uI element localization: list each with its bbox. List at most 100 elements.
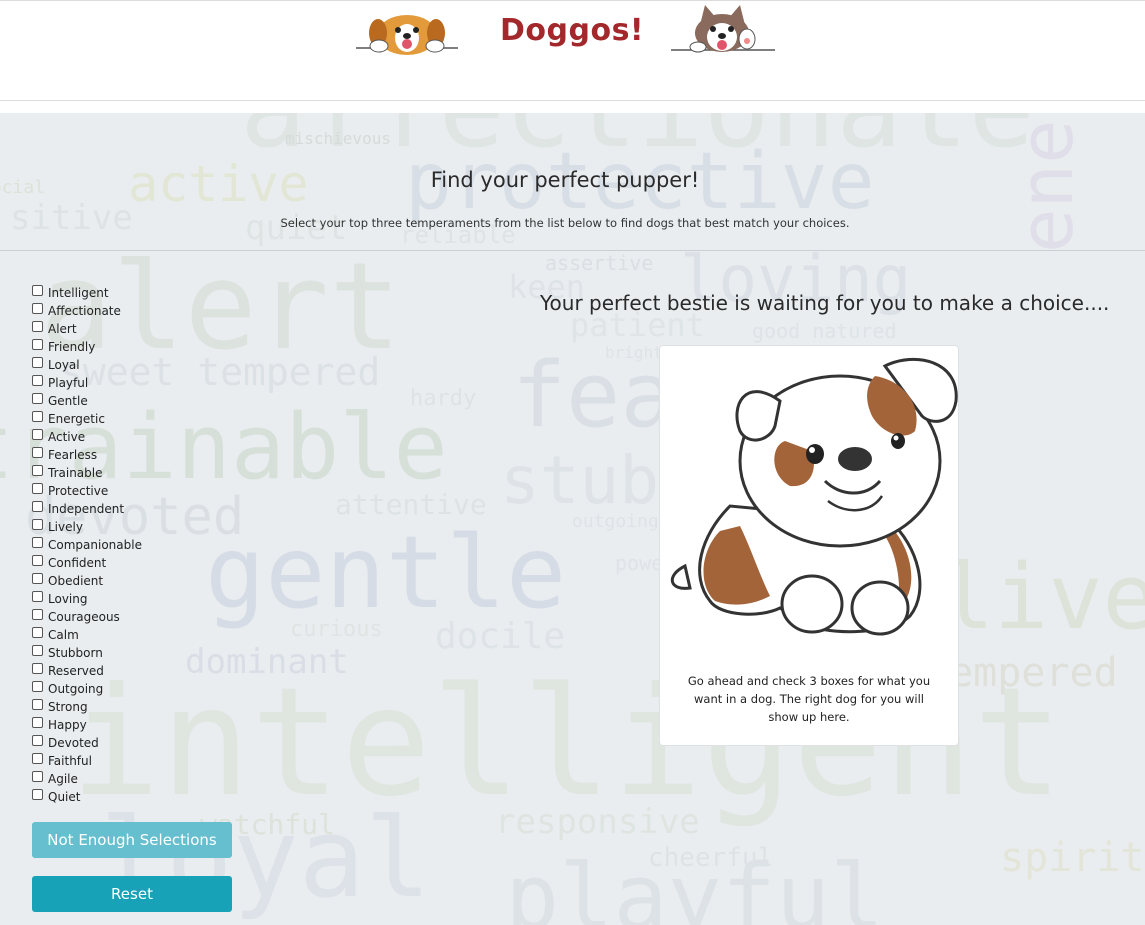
temperament-option[interactable]: Courageous <box>32 608 142 626</box>
temperament-label: Strong <box>48 700 88 714</box>
bulldog-puppy-icon <box>671 357 958 636</box>
temperament-option[interactable]: Companionable <box>32 536 142 554</box>
temperament-option[interactable]: Faithful <box>32 752 142 770</box>
checkbox[interactable] <box>32 428 43 440</box>
checkbox[interactable] <box>32 770 43 782</box>
word-cloud-word: mischievous <box>285 129 391 148</box>
page-title: Find your perfect pupper! <box>430 168 700 192</box>
checkbox[interactable] <box>32 518 43 530</box>
temperament-option[interactable]: Happy <box>32 716 142 734</box>
temperament-option[interactable]: Obedient <box>32 572 142 590</box>
checkbox[interactable] <box>32 608 43 620</box>
temperament-label: Confident <box>48 556 107 570</box>
checkbox[interactable] <box>32 356 43 368</box>
temperament-option[interactable]: Energetic <box>32 410 142 428</box>
checkbox[interactable] <box>32 482 43 494</box>
checkbox[interactable] <box>32 752 43 764</box>
temperament-option[interactable]: Devoted <box>32 734 142 752</box>
word-cloud-word: responsive <box>495 802 700 842</box>
temperament-list: Intelligent Affectionate Alert Friendly … <box>32 284 142 806</box>
checkbox[interactable] <box>32 698 43 710</box>
temperament-label: Stubborn <box>48 646 103 660</box>
result-message: Go ahead and check 3 boxes for what you … <box>687 674 931 724</box>
temperament-option[interactable]: Fearless <box>32 446 142 464</box>
checkbox[interactable] <box>32 716 43 728</box>
temperament-option[interactable]: Playful <box>32 374 142 392</box>
checkbox[interactable] <box>32 644 43 656</box>
temperament-label: Fearless <box>48 448 98 462</box>
temperament-option[interactable]: Loving <box>32 590 142 608</box>
temperament-option[interactable]: Stubborn <box>32 644 142 662</box>
checkbox[interactable] <box>32 734 43 746</box>
temperament-option[interactable]: Gentle <box>32 392 142 410</box>
temperament-label: Quiet <box>48 790 81 804</box>
temperament-option[interactable]: Loyal <box>32 356 142 374</box>
temperament-label: Outgoing <box>48 682 104 696</box>
temperament-option[interactable]: Outgoing <box>32 680 142 698</box>
checkbox[interactable] <box>32 788 43 800</box>
word-cloud-word: cheerful <box>648 843 774 873</box>
main-content: affectionate mischievous social active p… <box>0 113 1145 925</box>
checkbox[interactable] <box>32 626 43 638</box>
site-header: Doggos! <box>0 0 1145 101</box>
temperament-option[interactable]: Calm <box>32 626 142 644</box>
temperament-label: Obedient <box>48 574 104 588</box>
brand-title[interactable]: Doggos! <box>500 13 644 48</box>
temperament-option[interactable]: Affectionate <box>32 302 142 320</box>
temperament-option[interactable]: Confident <box>32 554 142 572</box>
word-cloud-word: curious <box>290 617 383 642</box>
checkbox[interactable] <box>32 662 43 674</box>
temperament-label: Happy <box>48 718 87 732</box>
temperament-option[interactable]: Agile <box>32 770 142 788</box>
word-cloud-word: playful <box>505 845 885 925</box>
temperament-option[interactable]: Independent <box>32 500 142 518</box>
temperament-label: Trainable <box>48 466 103 480</box>
temperament-option[interactable]: Trainable <box>32 464 142 482</box>
checkbox[interactable] <box>32 680 43 692</box>
temperament-option[interactable]: Lively <box>32 518 142 536</box>
checkbox[interactable] <box>32 500 43 512</box>
word-cloud-word: docile <box>435 616 566 657</box>
checkbox[interactable] <box>32 590 43 602</box>
temperament-option[interactable]: Reserved <box>32 662 142 680</box>
temperament-label: Companionable <box>48 538 142 552</box>
temperament-label: Courageous <box>48 610 120 624</box>
word-cloud-word: outgoing <box>572 511 659 532</box>
checkbox[interactable] <box>32 446 43 458</box>
checkbox[interactable] <box>32 554 43 566</box>
checkbox[interactable] <box>32 536 43 548</box>
submit-selections-button[interactable]: Not Enough Selections <box>32 822 232 858</box>
temperament-label: Calm <box>48 628 79 642</box>
checkbox[interactable] <box>32 410 43 422</box>
temperament-label: Protective <box>48 484 109 498</box>
checkbox[interactable] <box>32 374 43 386</box>
temperament-label: Devoted <box>48 736 99 750</box>
temperament-option[interactable]: Active <box>32 428 142 446</box>
checkbox[interactable] <box>32 464 43 476</box>
checkbox[interactable] <box>32 320 43 332</box>
word-cloud-word: attentive <box>335 488 487 521</box>
temperament-option[interactable]: Intelligent <box>32 284 142 302</box>
temperament-label: Gentle <box>48 394 88 408</box>
temperament-label: Affectionate <box>48 304 121 318</box>
temperament-label: Loyal <box>48 358 80 372</box>
temperament-label: Agile <box>48 772 78 786</box>
checkbox[interactable] <box>32 572 43 584</box>
section-divider <box>0 250 1145 251</box>
word-cloud-word: hardy <box>410 386 477 411</box>
temperament-option[interactable]: Alert <box>32 320 142 338</box>
reset-button[interactable]: Reset <box>32 876 232 912</box>
temperament-label: Faithful <box>48 754 92 768</box>
beagle-logo-icon <box>356 15 458 55</box>
temperament-option[interactable]: Quiet <box>32 788 142 806</box>
checkbox[interactable] <box>32 338 43 350</box>
temperament-option[interactable]: Protective <box>32 482 142 500</box>
checkbox[interactable] <box>32 302 43 314</box>
checkbox[interactable] <box>32 392 43 404</box>
temperament-label: Independent <box>48 502 125 516</box>
word-cloud-word: bright <box>605 343 663 362</box>
temperament-option[interactable]: Friendly <box>32 338 142 356</box>
checkbox[interactable] <box>32 284 43 296</box>
temperament-option[interactable]: Strong <box>32 698 142 716</box>
page-subtitle: Select your top three temperaments from … <box>280 216 850 230</box>
